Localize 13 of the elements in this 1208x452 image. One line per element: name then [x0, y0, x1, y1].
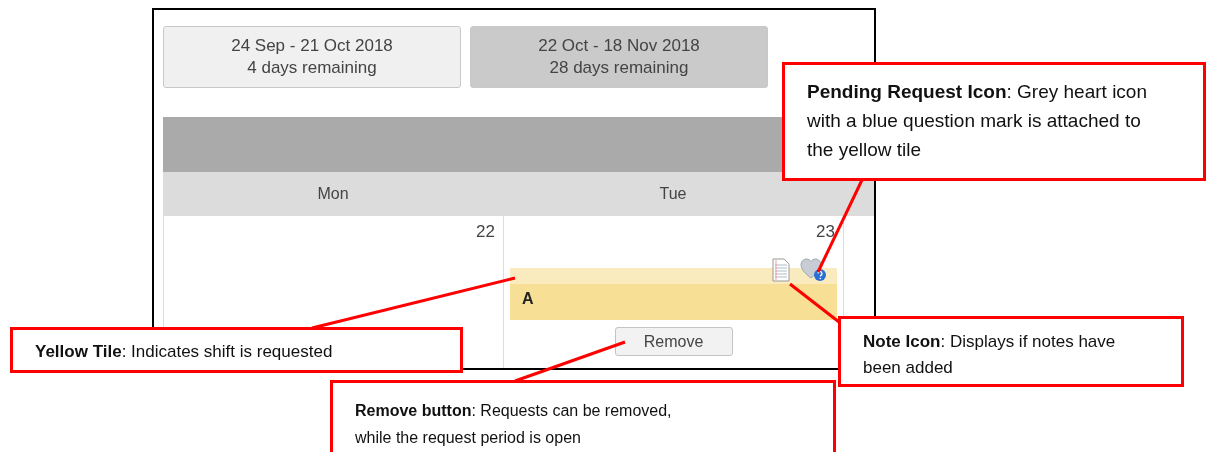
callout-text: Note Icon: Displays if notes have been added: [863, 331, 1117, 379]
callout-text: Pending Request Icon: Grey heart icon with a blue question mark is attached to the yellow tile: [807, 80, 1148, 162]
date-number: 22: [476, 222, 495, 242]
period-tab[interactable]: 22 Oct - 18 Nov 2018 28 days remaining: [470, 26, 768, 88]
callout-text: Remove button: Requests can be removed, while the request period is open: [355, 401, 673, 448]
remove-button[interactable]: Remove: [614, 327, 733, 356]
period-tab[interactable]: 24 Sep - 21 Oct 2018 4 days remaining: [163, 26, 461, 88]
weekday-label: Mon: [317, 185, 349, 203]
weekday-label: Tue: [659, 185, 687, 203]
date-number: 23: [816, 222, 835, 242]
shift-label: A: [522, 290, 534, 308]
callout-text: Yellow Tile: Indicates shift is requested: [35, 342, 334, 362]
shift-tile[interactable]: A: [510, 268, 837, 320]
